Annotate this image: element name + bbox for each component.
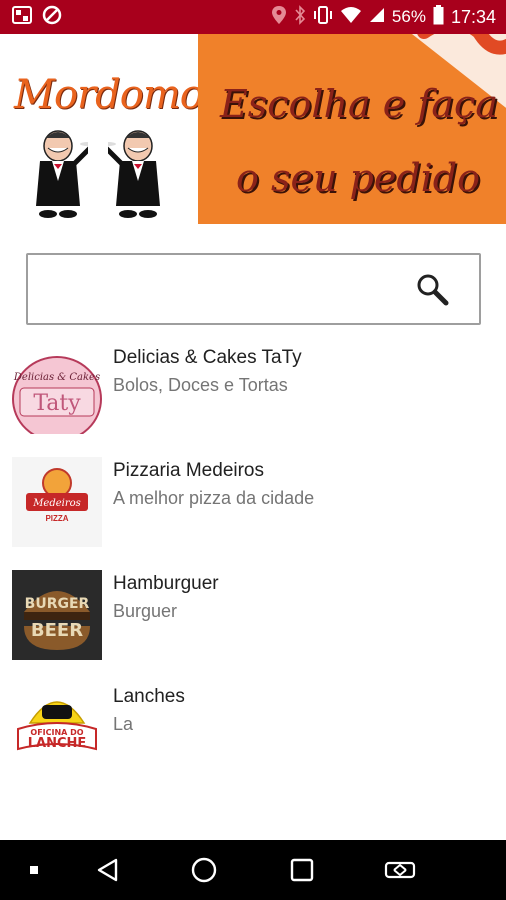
pizzaria-logo: Medeiros PIZZA [12,457,102,547]
burger-logo-top-text: BURGER [25,596,90,612]
list-item[interactable]: BURGER BEER Hamburguer Burguer [0,564,506,677]
home-icon[interactable] [184,850,224,890]
signal-icon [369,7,385,28]
blocked-icon [42,5,62,30]
restaurant-name: Hamburguer [113,573,219,594]
restaurant-name: Delicias & Cakes TaTy [113,347,302,368]
rotate-icon[interactable] [380,850,420,890]
recents-icon[interactable] [282,850,322,890]
restaurant-description: La [113,714,134,734]
clock: 17:34 [450,6,496,27]
restaurant-description: A melhor pizza da cidade [113,488,315,508]
battery-percent: 56% [391,7,426,26]
vibrate-icon [313,5,333,30]
search-input[interactable] [38,265,398,313]
burger-logo-main-text: BEER [31,620,83,641]
oficina-lanche-logo: OFICINA DO LANCHE [12,683,102,773]
butler-figure-right [108,130,160,218]
battery-icon [433,4,444,30]
slogan-panel: Escolha e faça o seu pedido [198,34,506,224]
pizzaria-logo-top-text: Medeiros [32,498,81,509]
search-box[interactable] [26,253,481,325]
taty-logo: Delicias & Cakes Taty [12,344,102,434]
taty-logo-main-text: Taty [33,391,81,416]
restaurant-description: Burguer [113,601,178,621]
header-banner: Mordomo Escolha e faça o seu pedido [0,34,506,224]
search-icon[interactable] [414,271,452,309]
bluetooth-icon [294,4,306,30]
slogan-line-2: o seu pedido [236,156,480,200]
brand-panel: Mordomo [0,34,204,224]
status-bar: 56% 17:34 [0,0,506,34]
restaurant-list: Delicias & Cakes Taty Delicias & Cakes T… [0,338,506,790]
dot-icon[interactable] [14,850,54,890]
location-icon [271,5,287,30]
brand-logo-text: Mordomo [14,72,204,118]
burger-beer-logo: BURGER BEER [12,570,102,660]
restaurant-name: Lanches [113,686,185,707]
taty-logo-top-text: Delicias & Cakes [13,372,100,383]
pizzaria-logo-main-text: PIZZA [45,514,68,523]
lanche-logo-main-text: LANCHE [28,736,87,751]
slogan-line-1: Escolha e faça [220,82,498,126]
back-icon[interactable] [88,850,128,890]
notification-app-icon [12,5,32,29]
restaurant-description: Bolos, Doces e Tortas [113,375,288,395]
wifi-icon [340,6,362,29]
restaurant-name: Pizzaria Medeiros [113,460,264,481]
system-nav-bar [0,840,506,900]
list-item[interactable]: Medeiros PIZZA Pizzaria Medeiros A melho… [0,451,506,564]
list-item[interactable]: OFICINA DO LANCHE Lanches La [0,677,506,790]
list-item[interactable]: Delicias & Cakes Taty Delicias & Cakes T… [0,338,506,451]
butler-figure-left [36,130,88,218]
